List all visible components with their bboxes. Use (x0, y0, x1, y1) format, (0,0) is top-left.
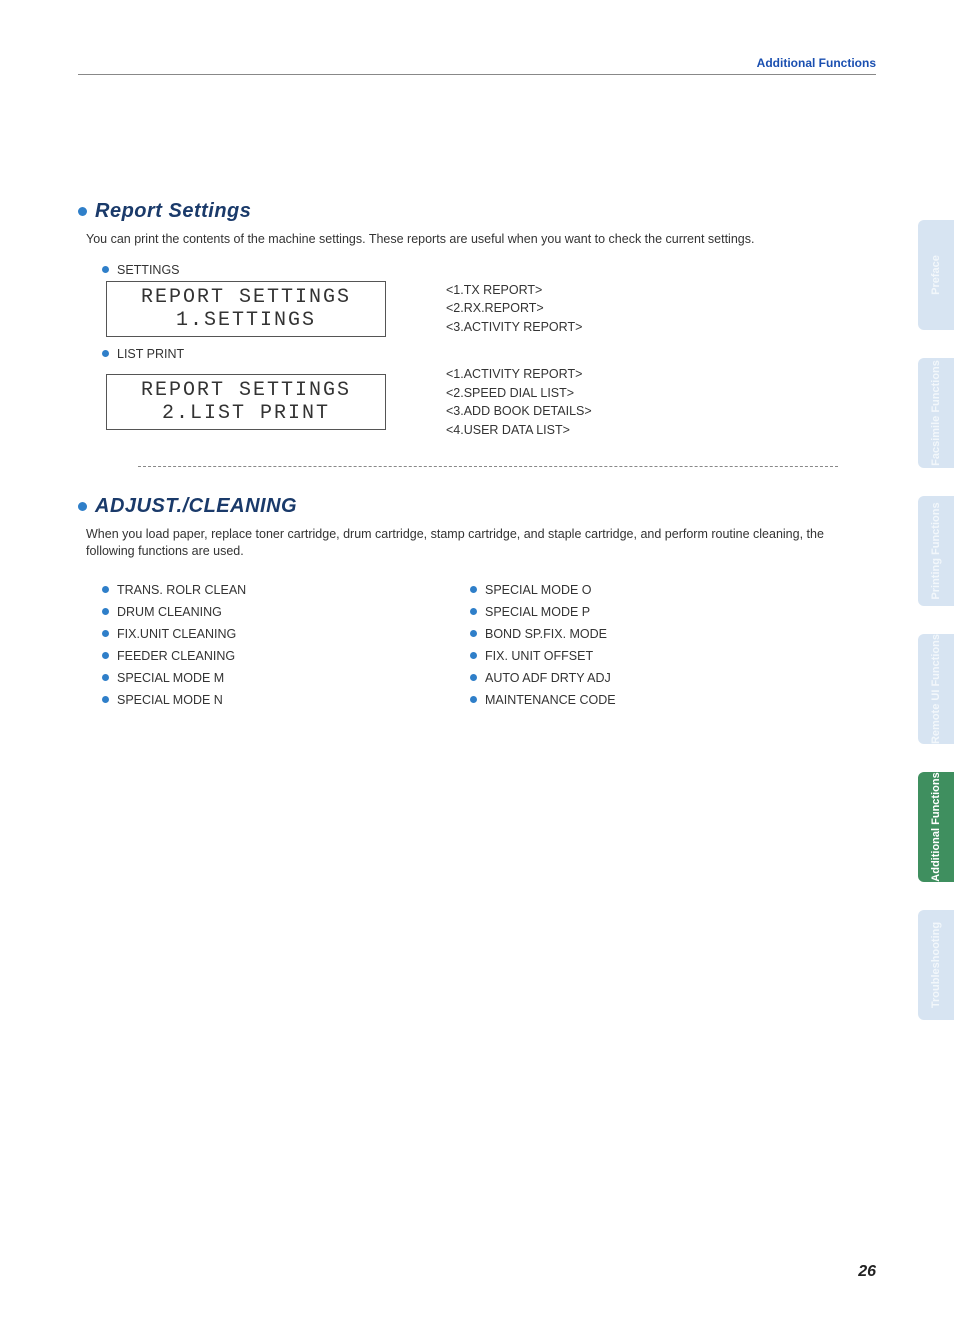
list-item: MAINTENANCE CODE (470, 693, 838, 707)
item-label: SPECIAL MODE O (485, 583, 592, 597)
side-tabs: Preface Facsimile Functions Printing Fun… (918, 220, 954, 1048)
list-item: SPECIAL MODE M (102, 671, 470, 685)
list-item: FIX.UNIT CLEANING (102, 627, 470, 641)
list-print-options: <1.ACTIVITY REPORT> <2.SPEED DIAL LIST> … (446, 365, 592, 440)
tab-remote-ui[interactable]: Remote UI Functions (918, 634, 954, 744)
section-divider (138, 466, 838, 467)
column-a: TRANS. ROLR CLEAN DRUM CLEANING FIX.UNIT… (102, 575, 470, 715)
option-line: <1.TX REPORT> (446, 281, 582, 300)
list-item: DRUM CLEANING (102, 605, 470, 619)
section-title: Report Settings (95, 200, 251, 223)
section-report-settings-heading: Report Settings (78, 200, 838, 223)
bullet-icon (470, 630, 477, 637)
item-label: SPECIAL MODE N (117, 693, 223, 707)
item-label: FEEDER CLEANING (117, 649, 235, 663)
list-item: BOND SP.FIX. MODE (470, 627, 838, 641)
bullet-icon (78, 207, 87, 216)
item-label: BOND SP.FIX. MODE (485, 627, 607, 641)
sub-label: SETTINGS (117, 263, 180, 277)
cleaning-functions-list: TRANS. ROLR CLEAN DRUM CLEANING FIX.UNIT… (102, 575, 838, 715)
list-item: FIX. UNIT OFFSET (470, 649, 838, 663)
section-adjust-cleaning-heading: ADJUST./CLEANING (78, 495, 838, 518)
tab-label: Preface (930, 255, 942, 295)
option-line: <2.SPEED DIAL LIST> (446, 384, 592, 403)
bullet-icon (102, 586, 109, 593)
sub-settings: SETTINGS (102, 263, 838, 277)
tab-preface[interactable]: Preface (918, 220, 954, 330)
tab-additional[interactable]: Additional Functions (918, 772, 954, 882)
bullet-icon (102, 630, 109, 637)
option-line: <4.USER DATA LIST> (446, 421, 592, 440)
section-intro: You can print the contents of the machin… (86, 231, 838, 249)
lcd-display-list-print: REPORT SETTINGS 2.LIST PRINT (106, 374, 386, 430)
tab-label: Facsimile Functions (930, 360, 942, 466)
lcd-line-2: 1.SETTINGS (176, 309, 316, 332)
list-print-pair: REPORT SETTINGS 2.LIST PRINT <1.ACTIVITY… (106, 365, 838, 440)
tab-troubleshooting[interactable]: Troubleshooting (918, 910, 954, 1020)
lcd-line-2: 2.LIST PRINT (162, 402, 330, 425)
option-line: <2.RX.REPORT> (446, 299, 582, 318)
option-line: <1.ACTIVITY REPORT> (446, 365, 592, 384)
list-item: TRANS. ROLR CLEAN (102, 583, 470, 597)
lcd-line-1: REPORT SETTINGS (141, 379, 351, 402)
item-label: DRUM CLEANING (117, 605, 222, 619)
lcd-line-1: REPORT SETTINGS (141, 286, 351, 309)
bullet-icon (470, 696, 477, 703)
bullet-icon (470, 652, 477, 659)
tab-facsimile[interactable]: Facsimile Functions (918, 358, 954, 468)
header-rule (78, 74, 876, 75)
list-item: AUTO ADF DRTY ADJ (470, 671, 838, 685)
bullet-icon (102, 674, 109, 681)
main-content: Report Settings You can print the conten… (78, 200, 838, 715)
item-label: FIX. UNIT OFFSET (485, 649, 593, 663)
option-line: <3.ACTIVITY REPORT> (446, 318, 582, 337)
item-label: AUTO ADF DRTY ADJ (485, 671, 611, 685)
item-label: SPECIAL MODE M (117, 671, 224, 685)
tab-label: Remote UI Functions (930, 634, 942, 744)
bullet-icon (102, 652, 109, 659)
column-b: SPECIAL MODE O SPECIAL MODE P BOND SP.FI… (470, 575, 838, 715)
bullet-icon (102, 266, 109, 273)
option-line: <3.ADD BOOK DETAILS> (446, 402, 592, 421)
list-item: SPECIAL MODE O (470, 583, 838, 597)
sub-label: LIST PRINT (117, 347, 184, 361)
settings-options: <1.TX REPORT> <2.RX.REPORT> <3.ACTIVITY … (446, 281, 582, 337)
item-label: FIX.UNIT CLEANING (117, 627, 236, 641)
page-number: 26 (858, 1263, 876, 1281)
bullet-icon (470, 586, 477, 593)
bullet-icon (470, 674, 477, 681)
bullet-icon (470, 608, 477, 615)
section-intro: When you load paper, replace toner cartr… (86, 526, 838, 561)
tab-label: Additional Functions (930, 772, 942, 881)
tab-printing[interactable]: Printing Functions (918, 496, 954, 606)
item-label: MAINTENANCE CODE (485, 693, 616, 707)
sub-list-print: LIST PRINT (102, 347, 838, 361)
list-item: FEEDER CLEANING (102, 649, 470, 663)
tab-label: Troubleshooting (930, 922, 942, 1008)
tab-label: Printing Functions (930, 502, 942, 599)
list-item: SPECIAL MODE P (470, 605, 838, 619)
settings-pair: REPORT SETTINGS 1.SETTINGS <1.TX REPORT>… (106, 281, 838, 337)
list-item: SPECIAL MODE N (102, 693, 470, 707)
bullet-icon (102, 608, 109, 615)
bullet-icon (102, 350, 109, 357)
item-label: TRANS. ROLR CLEAN (117, 583, 246, 597)
bullet-icon (78, 502, 87, 511)
section-title: ADJUST./CLEANING (95, 495, 297, 518)
header-breadcrumb: Additional Functions (757, 56, 876, 70)
item-label: SPECIAL MODE P (485, 605, 590, 619)
bullet-icon (102, 696, 109, 703)
lcd-display-settings: REPORT SETTINGS 1.SETTINGS (106, 281, 386, 337)
